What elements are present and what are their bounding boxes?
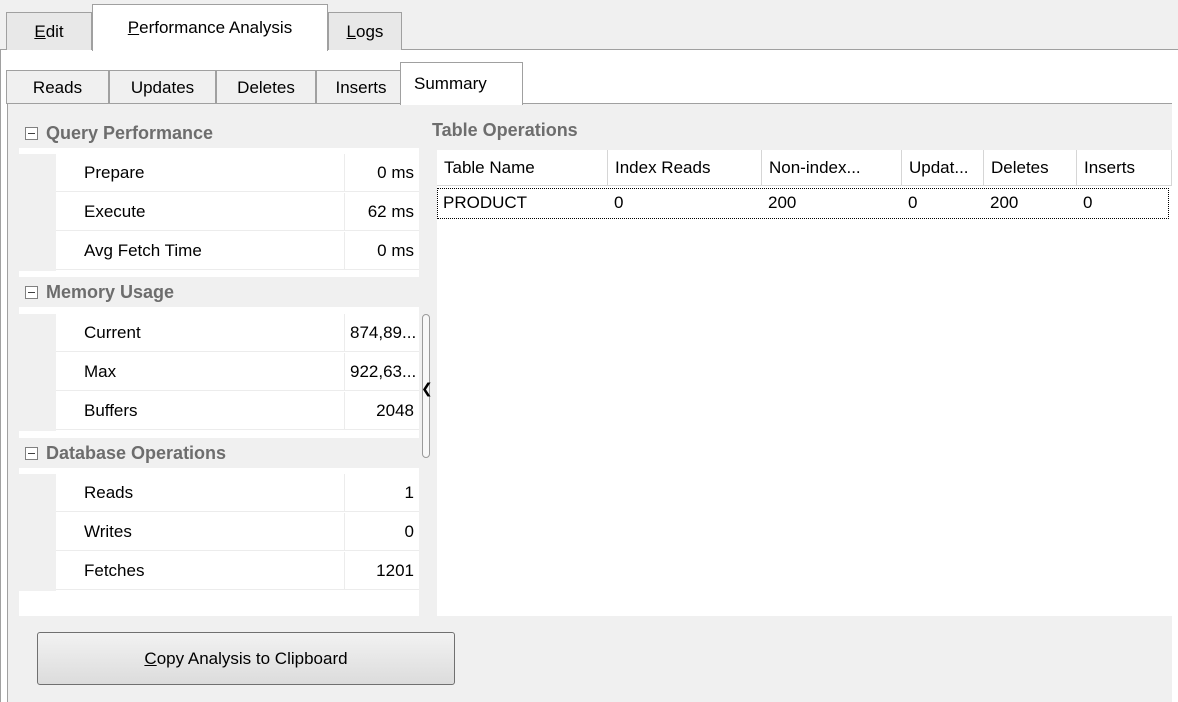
table-operations-title: Table Operations — [432, 120, 578, 140]
property-row-buffers[interactable]: Buffers 2048 — [19, 392, 419, 431]
column-header-non-index[interactable]: Non-index... — [762, 150, 902, 186]
property-row-fetches[interactable]: Fetches 1201 — [19, 552, 419, 591]
row-gutter — [19, 474, 56, 513]
row-gutter — [19, 232, 56, 271]
property-row-writes[interactable]: Writes 0 — [19, 513, 419, 552]
property-name: Avg Fetch Time — [56, 232, 345, 270]
tab-deletes[interactable]: Deletes — [216, 70, 316, 104]
property-name: Execute — [56, 193, 345, 231]
cell-inserts: 0 — [1083, 193, 1093, 212]
tab-reads[interactable]: Reads — [6, 70, 109, 104]
copy-analysis-button[interactable]: Copy Analysis to Clipboard — [37, 632, 455, 685]
property-name: Prepare — [56, 154, 345, 192]
cell-table-name: PRODUCT — [443, 193, 528, 212]
group-memory-usage[interactable]: Memory Usage — [19, 277, 419, 307]
group-query-performance[interactable]: Query Performance — [19, 118, 419, 148]
tab-summary-label: Summary — [414, 74, 487, 93]
row-focus-rect — [437, 188, 1169, 219]
copy-button-accel: C — [144, 648, 157, 668]
table-header: Table Name Index Reads Non-index... Upda… — [437, 150, 1172, 186]
table-operations-grid: Table Name Index Reads Non-index... Upda… — [437, 150, 1172, 616]
column-header-table-name[interactable]: Table Name — [437, 150, 608, 186]
property-value: 2048 — [345, 392, 419, 430]
group-title: Database Operations — [46, 442, 227, 463]
column-header-index-reads[interactable]: Index Reads — [608, 150, 762, 186]
tab-updates[interactable]: Updates — [109, 70, 216, 104]
group-title: Query Performance — [46, 122, 214, 143]
tab-deletes-label: Deletes — [237, 77, 295, 97]
cell-index-reads: 0 — [614, 193, 624, 212]
tab-edit[interactable]: Edit — [6, 12, 92, 50]
panel-splitter[interactable]: ❮ — [419, 118, 435, 616]
tab-inserts-label: Inserts — [335, 77, 387, 97]
cell-deletes: 200 — [990, 193, 1019, 212]
collapse-minus-icon[interactable] — [25, 126, 38, 140]
property-row-max[interactable]: Max 922,63... — [19, 353, 419, 392]
property-grid: Query Performance Prepare 0 ms Execute 6… — [19, 118, 419, 616]
row-gutter — [19, 154, 56, 193]
tab-summary[interactable]: Summary — [400, 62, 523, 105]
property-name: Current — [56, 314, 345, 352]
property-row-avg-fetch-time[interactable]: Avg Fetch Time 0 ms — [19, 232, 419, 271]
property-row-current[interactable]: Current 874,89... — [19, 314, 419, 353]
property-name: Reads — [56, 474, 345, 512]
property-value: 874,89... — [345, 314, 419, 352]
property-row-execute[interactable]: Execute 62 ms — [19, 193, 419, 232]
tab-logs[interactable]: Logs — [328, 12, 402, 50]
row-gutter — [19, 513, 56, 552]
property-value: 1 — [345, 474, 419, 512]
cell-non-index: 200 — [768, 193, 797, 212]
copy-button-label: opy Analysis to Clipboard — [156, 648, 348, 668]
row-gutter — [19, 314, 56, 353]
tab-performance-analysis[interactable]: Performance Analysis — [92, 4, 328, 51]
property-name: Fetches — [56, 552, 345, 590]
tab-performance-label: erformance Analysis — [139, 18, 293, 37]
column-header-deletes[interactable]: Deletes — [984, 150, 1077, 186]
property-row-reads[interactable]: Reads 1 — [19, 474, 419, 513]
collapse-minus-icon[interactable] — [25, 446, 38, 460]
main-tab-strip: Edit Performance Analysis Logs — [0, 0, 1178, 51]
collapse-minus-icon[interactable] — [25, 285, 38, 299]
row-gutter — [19, 353, 56, 392]
property-name: Buffers — [56, 392, 345, 430]
tab-performance-accel: P — [127, 18, 140, 37]
group-title: Memory Usage — [46, 281, 175, 302]
tab-updates-label: Updates — [130, 77, 195, 97]
property-value: 922,63... — [345, 353, 419, 391]
row-gutter — [19, 552, 56, 591]
property-value: 1201 — [345, 552, 419, 590]
tab-edit-accel: E — [34, 21, 46, 41]
chevron-left-icon[interactable]: ❮ — [421, 380, 433, 397]
property-value: 62 ms — [345, 193, 419, 231]
table-row[interactable]: PRODUCT 0 200 0 200 0 — [437, 186, 1169, 220]
cell-updates: 0 — [908, 193, 918, 212]
sub-tab-strip: Reads Updates Deletes Inserts Summary — [6, 60, 1172, 105]
column-header-inserts[interactable]: Inserts — [1077, 150, 1172, 186]
row-gutter — [19, 392, 56, 431]
group-database-operations[interactable]: Database Operations — [19, 438, 419, 468]
tab-logs-accel: L — [346, 21, 357, 41]
property-value: 0 ms — [345, 154, 419, 192]
property-value: 0 ms — [345, 232, 419, 270]
tab-inserts[interactable]: Inserts — [316, 70, 406, 104]
row-gutter — [19, 193, 56, 232]
column-header-updates[interactable]: Updat... — [902, 150, 984, 186]
tab-edit-label: dit — [45, 21, 64, 41]
tab-reads-label: Reads — [32, 77, 83, 97]
property-name: Writes — [56, 513, 345, 551]
property-value: 0 — [345, 513, 419, 551]
property-row-prepare[interactable]: Prepare 0 ms — [19, 154, 419, 193]
property-name: Max — [56, 353, 345, 391]
tab-logs-label: ogs — [356, 21, 384, 41]
